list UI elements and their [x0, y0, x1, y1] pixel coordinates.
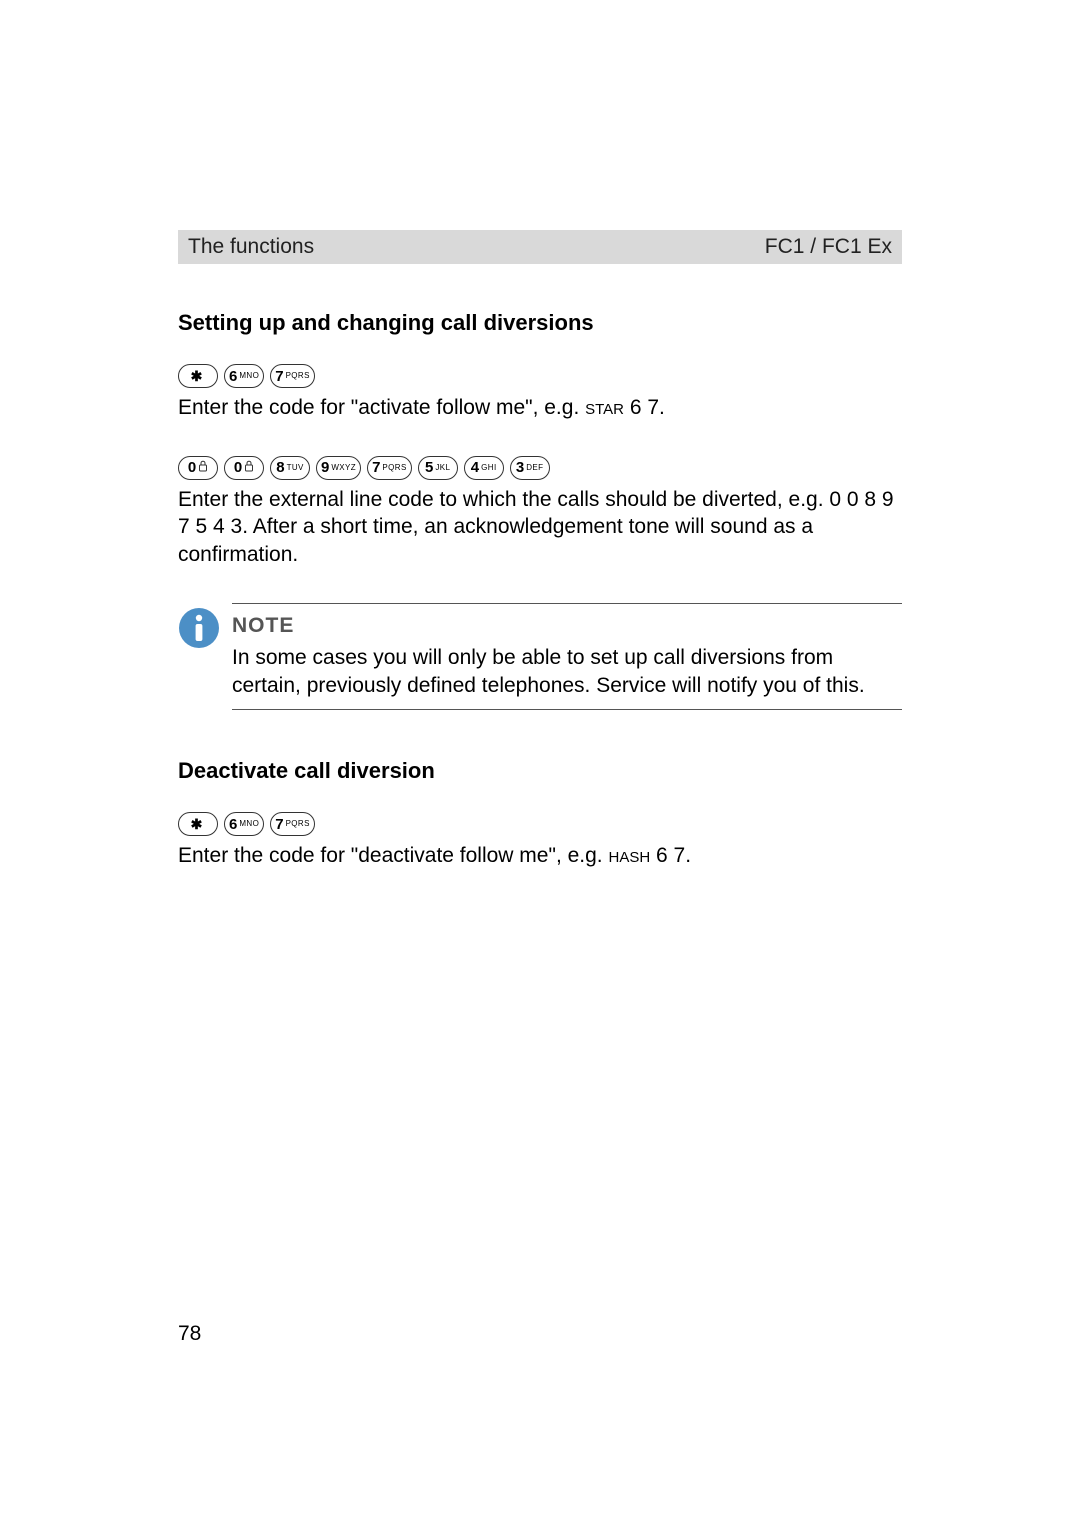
lock-icon — [198, 459, 208, 477]
digit: 3 — [516, 460, 524, 475]
digit: 4 — [471, 460, 479, 475]
text-smallcaps: star — [585, 396, 624, 419]
note-block: NOTE In some cases you will only be able… — [178, 603, 902, 710]
section1-keyrow-2: 0 0 8 TUV 9 WXYZ 7 PQRS — [178, 456, 902, 480]
sub: GHI — [481, 464, 496, 472]
sub: MNO — [239, 372, 259, 380]
header-bar: The functions FC1 / FC1 Ex — [178, 230, 902, 264]
key-star: ✱ — [178, 364, 218, 388]
section1-keyrow-1: ✱ 6 MNO 7 PQRS — [178, 364, 902, 388]
note-text: In some cases you will only be able to s… — [232, 644, 902, 699]
sub: PQRS — [286, 372, 310, 380]
star-icon: ✱ — [191, 816, 203, 833]
text-smallcaps: hash — [608, 844, 650, 867]
key-7: 7 PQRS — [270, 812, 315, 836]
sub: TUV — [287, 464, 304, 472]
key-7: 7 PQRS — [270, 364, 315, 388]
page-number: 78 — [178, 1322, 201, 1346]
sub: JKL — [435, 464, 450, 472]
key-star: ✱ — [178, 812, 218, 836]
star-icon: ✱ — [191, 368, 203, 385]
header-right: FC1 / FC1 Ex — [765, 235, 892, 259]
sub: PQRS — [382, 464, 406, 472]
digit: 7 — [372, 460, 380, 475]
key-5: 5 JKL — [418, 456, 458, 480]
key-7: 7 PQRS — [367, 456, 412, 480]
section1-text1: Enter the code for "activate follow me",… — [178, 394, 902, 422]
digit: 6 — [229, 817, 237, 832]
digit: 7 — [275, 369, 283, 384]
note-label: NOTE — [232, 614, 902, 638]
digit: 5 — [425, 460, 433, 475]
text-part-a: Enter the code for "activate follow me",… — [178, 396, 585, 419]
digit: 7 — [275, 817, 283, 832]
key-4: 4 GHI — [464, 456, 504, 480]
note-content: NOTE In some cases you will only be able… — [232, 603, 902, 710]
note-rule-top — [232, 603, 902, 604]
note-rule-bottom — [232, 709, 902, 710]
sub: WXYZ — [331, 464, 356, 472]
sub: MNO — [239, 820, 259, 828]
page: The functions FC1 / FC1 Ex Setting up an… — [0, 0, 1080, 1528]
section2-title: Deactivate call diversion — [178, 758, 902, 784]
key-6: 6 MNO — [224, 812, 264, 836]
section1-title: Setting up and changing call diversions — [178, 310, 902, 336]
info-icon — [178, 607, 220, 649]
section2-text: Enter the code for "deactivate follow me… — [178, 842, 902, 870]
lock-icon — [244, 459, 254, 477]
section1-text2: Enter the external line code to which th… — [178, 486, 902, 569]
text-part-a: Enter the code for "deactivate follow me… — [178, 844, 608, 867]
key-9: 9 WXYZ — [316, 456, 361, 480]
text-part-b: 6 7. — [624, 396, 665, 419]
digit: 9 — [321, 460, 329, 475]
section2-keyrow: ✱ 6 MNO 7 PQRS — [178, 812, 902, 836]
header-left: The functions — [188, 235, 314, 259]
key-3: 3 DEF — [510, 456, 550, 480]
digit: 6 — [229, 369, 237, 384]
section1-block2: 0 0 8 TUV 9 WXYZ 7 PQRS — [178, 456, 902, 569]
key-0: 0 — [224, 456, 264, 480]
digit: 0 — [234, 460, 242, 475]
text-part-b: 6 7. — [650, 844, 691, 867]
key-6: 6 MNO — [224, 364, 264, 388]
sub: DEF — [526, 464, 543, 472]
key-0: 0 — [178, 456, 218, 480]
key-8: 8 TUV — [270, 456, 310, 480]
digit: 8 — [276, 460, 284, 475]
sub: PQRS — [286, 820, 310, 828]
digit: 0 — [188, 460, 196, 475]
